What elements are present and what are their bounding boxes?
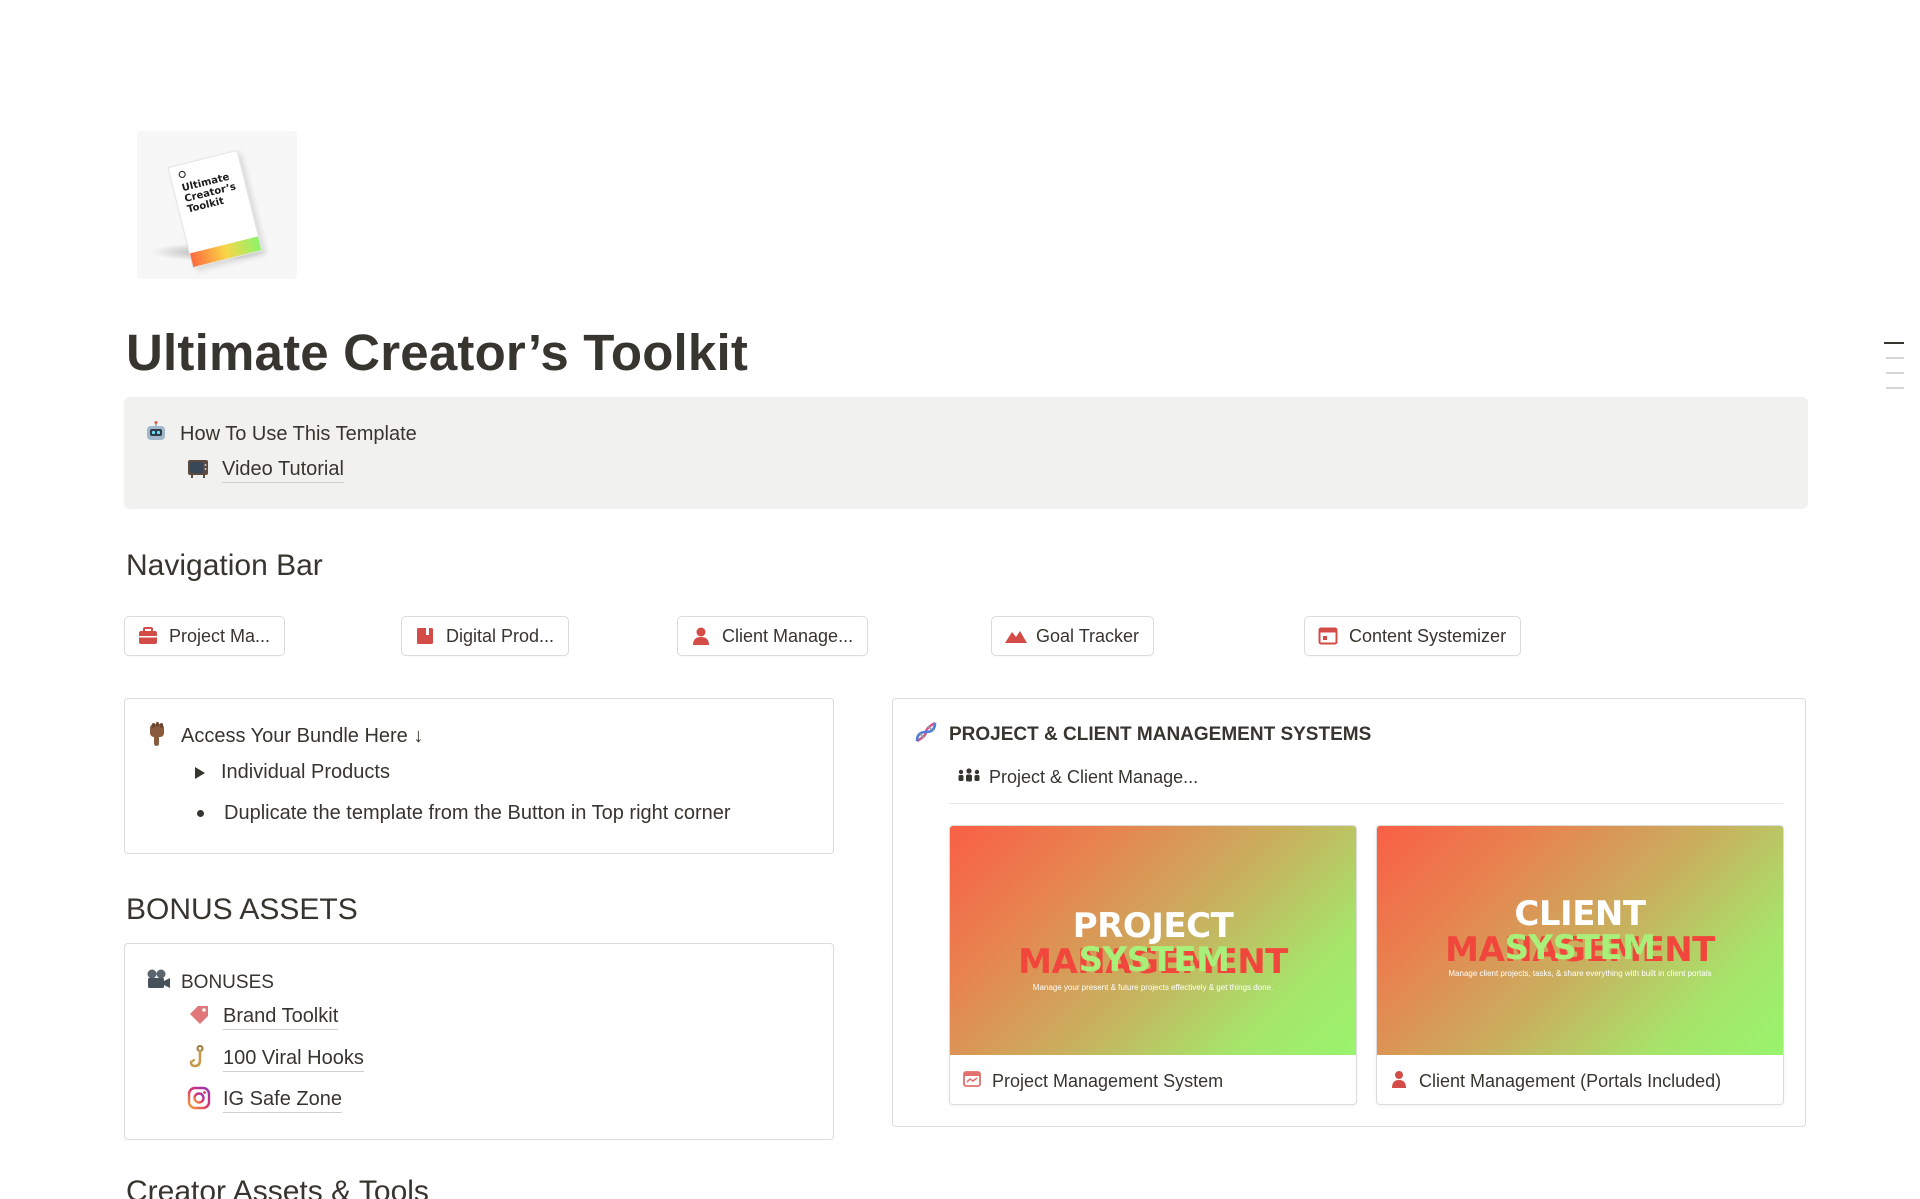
television-icon: [186, 457, 210, 484]
logo-mark: [177, 170, 187, 179]
cover-subtitle: Manage client projects, tasks, & share e…: [1448, 969, 1712, 978]
toc-line[interactable]: [1886, 357, 1904, 359]
dna-icon: [913, 719, 937, 750]
bonuses-callout: BONUSES Brand Toolkit 100 Viral Hooks IG…: [124, 943, 834, 1140]
access-bundle-callout: Access Your Bundle Here ↓ Individual Pro…: [124, 698, 834, 854]
bundle-heading: Access Your Bundle Here ↓: [181, 725, 424, 747]
nav-button-label: Content Systemizer: [1349, 625, 1507, 646]
book-icon: [414, 626, 436, 646]
bonus-item-brand-toolkit[interactable]: Brand Toolkit: [187, 1004, 339, 1031]
briefcase-icon: [137, 626, 159, 646]
page-title[interactable]: Ultimate Creator’s Toolkit: [126, 323, 748, 382]
card-label: Client Management (Portals Included): [1419, 1071, 1722, 1091]
person-icon: [1389, 1069, 1409, 1094]
bonus-link-label[interactable]: 100 Viral Hooks: [223, 1047, 364, 1072]
bullet-icon: [197, 810, 204, 817]
cover-title-line2: SYSTEM: [1078, 940, 1230, 980]
nav-button-label: Digital Prod...: [446, 625, 555, 646]
list-item: Duplicate the template from the Button i…: [189, 802, 731, 825]
table-of-contents-indicator[interactable]: [1884, 342, 1904, 402]
toc-line[interactable]: [1886, 387, 1904, 389]
gallery-card-project-management[interactable]: PROJECT MANAGEMENT SYSTEM Manage your pr…: [949, 825, 1357, 1105]
card-title[interactable]: Project Management System: [962, 1069, 1223, 1093]
pointing-down-hand-icon: [145, 721, 169, 752]
person-icon: [690, 626, 712, 646]
database-title[interactable]: Project & Client Manage...: [989, 767, 1198, 788]
nav-button-goal-tracker[interactable]: Goal Tracker: [991, 616, 1155, 656]
bonus-assets-heading: BONUS ASSETS: [126, 893, 358, 926]
people-icon: [957, 765, 981, 789]
cover-subtitle: Manage your present & future projects ef…: [1032, 983, 1274, 992]
mountain-icon: [1004, 626, 1027, 646]
page-cover-icon[interactable]: Ultimate Creator’s Toolkit: [137, 131, 297, 279]
gallery-card-client-management[interactable]: CLIENT MANAGEMENT SYSTEM Manage client p…: [1376, 825, 1784, 1105]
video-tutorial-link[interactable]: Video Tutorial: [222, 458, 344, 483]
hook-icon: [187, 1045, 211, 1074]
callout-heading: How To Use This Template: [180, 423, 417, 445]
nav-button-project-management[interactable]: Project Ma...: [124, 616, 286, 656]
nav-button-label: Project Ma...: [169, 625, 271, 646]
navigation-bar-heading: Navigation Bar: [126, 549, 323, 582]
bonus-item-viral-hooks[interactable]: 100 Viral Hooks: [187, 1045, 364, 1074]
toggle-individual-products[interactable]: Individual Products: [189, 761, 390, 784]
bonuses-title: BONUSES: [181, 971, 274, 993]
card-label: Project Management System: [992, 1070, 1224, 1091]
book-cover-text: Ultimate Creator’s Toolkit: [180, 171, 238, 216]
nav-button-client-management[interactable]: Client Manage...: [677, 616, 869, 656]
film-camera-icon: [145, 968, 170, 997]
card-cover-image: PROJECT MANAGEMENT SYSTEM Manage your pr…: [950, 826, 1356, 1055]
bonus-link-label[interactable]: IG Safe Zone: [223, 1088, 342, 1113]
robot-face-icon: [144, 421, 168, 448]
nav-button-label: Goal Tracker: [1036, 625, 1140, 646]
card-cover-image: CLIENT MANAGEMENT SYSTEM Manage client p…: [1377, 826, 1783, 1055]
toc-line-active[interactable]: [1884, 342, 1904, 344]
linked-database-title[interactable]: Project & Client Manage...: [957, 765, 1198, 789]
calendar-icon: [962, 1069, 982, 1093]
card-title[interactable]: Client Management (Portals Included): [1389, 1069, 1721, 1094]
bonus-link-label[interactable]: Brand Toolkit: [223, 1005, 339, 1030]
how-to-use-callout: How To Use This Template Video Tutorial: [124, 397, 1808, 509]
toggle-label: Individual Products: [221, 761, 390, 783]
toc-line[interactable]: [1886, 372, 1904, 374]
toggle-triangle-icon[interactable]: [195, 766, 205, 779]
nav-button-content-systemizer[interactable]: Content Systemizer: [1304, 616, 1522, 656]
nav-button-digital-products[interactable]: Digital Prod...: [401, 616, 570, 656]
tag-icon: [187, 1004, 211, 1031]
book-gradient-band: [189, 236, 262, 267]
instagram-icon: [187, 1086, 211, 1115]
database-divider: [949, 803, 1783, 804]
bullet-label: Duplicate the template from the Button i…: [224, 802, 731, 824]
nav-button-label: Client Manage...: [722, 625, 854, 646]
systems-title: PROJECT & CLIENT MANAGEMENT SYSTEMS: [949, 723, 1372, 745]
cover-title-line2: SYSTEM: [1504, 928, 1656, 968]
creator-assets-heading: Creator Assets & Tools: [126, 1175, 429, 1199]
browser-window-icon: [1317, 626, 1339, 646]
bonus-item-ig-safe-zone[interactable]: IG Safe Zone: [187, 1086, 342, 1115]
